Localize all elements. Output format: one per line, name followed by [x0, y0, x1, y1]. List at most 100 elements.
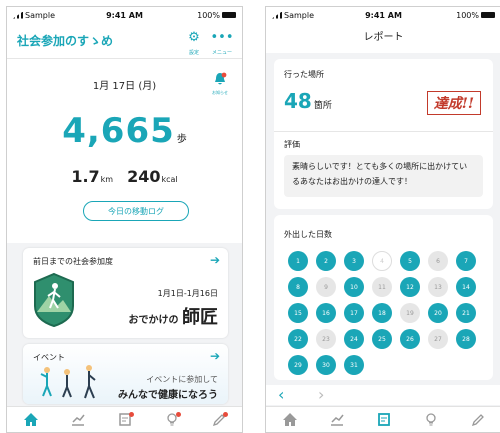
calendar-day[interactable]: 18	[372, 303, 392, 323]
bell-icon	[215, 72, 227, 85]
carrier: Sample	[272, 11, 314, 20]
card-title: 前日までの社会参加度	[33, 257, 113, 266]
calendar-day[interactable]: 10	[344, 277, 364, 297]
calendar-day[interactable]: 31	[344, 355, 364, 375]
distance-calories: 1.7km 240kcal	[7, 167, 242, 186]
social-participation-card[interactable]: 前日までの社会参加度 ➔ 1月1日-1月16日 おでかけの 師匠	[23, 248, 228, 338]
divider	[274, 131, 493, 132]
calendar-day[interactable]: 21	[456, 303, 476, 323]
calendar-day[interactable]: 14	[456, 277, 476, 297]
achievement-stamp: 達成!!	[426, 91, 481, 115]
page-title: レポート	[266, 23, 500, 53]
calendar-day[interactable]: 16	[316, 303, 336, 323]
calendar-day[interactable]: 4	[372, 251, 392, 271]
calendar-day[interactable]: 25	[372, 329, 392, 349]
tab-bar	[266, 406, 500, 432]
movement-log-button[interactable]: 今日の移動ログ	[83, 201, 189, 221]
battery-icon	[481, 12, 495, 18]
calendar-day[interactable]: 7	[456, 251, 476, 271]
tab-chart[interactable]	[63, 410, 93, 430]
status-bar: Sample 9:41 AM 100%	[266, 7, 500, 23]
hiker-badge-icon	[34, 272, 74, 328]
calendar-day[interactable]: 11	[372, 277, 392, 297]
calendar-day[interactable]: 29	[288, 355, 308, 375]
app-header: 社会参加のすゝめ ⚙ 設定 ••• メニュー	[7, 23, 242, 59]
home-icon	[282, 413, 297, 426]
calendar-day[interactable]: 27	[428, 329, 448, 349]
tab-edit[interactable]	[463, 410, 493, 430]
calendar-day[interactable]: 15	[288, 303, 308, 323]
calendar-day[interactable]: 5	[400, 251, 420, 271]
battery: 100%	[197, 11, 236, 20]
chart-icon	[330, 414, 344, 426]
places-count: 48 箇所	[284, 89, 332, 113]
calendar-day[interactable]: 2	[316, 251, 336, 271]
menu-button[interactable]: ••• メニュー	[210, 31, 234, 60]
distance-unit: km	[100, 175, 114, 184]
calendar-day[interactable]: 22	[288, 329, 308, 349]
steps-value: 4,665	[62, 111, 175, 151]
calendar-day[interactable]: 19	[400, 303, 420, 323]
signal-icon	[272, 11, 282, 19]
today-summary: 1月 17日 (月) お知らせ 4,665 歩 1.7km 240kcal 今日の移…	[7, 59, 242, 243]
settings-button[interactable]: ⚙ 設定	[182, 31, 206, 60]
evaluation-comment: 素晴らしいです！とても多くの場所に出かけているあなたはお出かけの達人です！	[284, 155, 483, 197]
pencil-icon	[471, 414, 484, 426]
calendar-day[interactable]: 20	[428, 303, 448, 323]
event-line-1: イベントに参加して	[146, 375, 218, 384]
app-title: 社会参加のすゝめ	[17, 34, 114, 48]
tab-chart[interactable]	[322, 410, 352, 430]
tab-bar	[7, 406, 242, 432]
calendar-day[interactable]: 9	[316, 277, 336, 297]
notification-dot	[222, 411, 228, 417]
carrier: Sample	[13, 11, 55, 20]
places-card: 行った場所 48 箇所 達成!! 評価 素晴らしいです！とても多くの場所に出かけて…	[274, 59, 493, 209]
notification-button[interactable]: お知らせ	[212, 71, 228, 96]
status-bar: Sample 9:41 AM 100%	[7, 7, 242, 23]
prev-month-button[interactable]: ‹	[278, 385, 284, 405]
tab-report[interactable]	[110, 410, 140, 430]
outing-days-card: 外出した日数 1 2 3 4 5 6 7 8 9 10 11 12 13 14 15 16 17 18 19 20 21…	[274, 215, 493, 380]
arrow-right-icon: ➔	[209, 253, 220, 267]
calendar-day[interactable]: 23	[316, 329, 336, 349]
calendar-day[interactable]: 17	[344, 303, 364, 323]
calendar-day[interactable]: 13	[428, 277, 448, 297]
calendar-day[interactable]: 24	[344, 329, 364, 349]
calendar-day[interactable]: 30	[316, 355, 336, 375]
notification-dot	[175, 411, 181, 417]
calendar-day[interactable]: 28	[456, 329, 476, 349]
tab-home[interactable]	[275, 410, 305, 430]
days-label: 外出した日数	[284, 230, 332, 239]
event-line-2: みんなで健康になろう	[118, 390, 218, 401]
more-icon: •••	[210, 30, 234, 45]
rank-title: 師匠	[182, 307, 218, 328]
event-card[interactable]: イベント ➔ イベントに参加して みんなで健康になろう	[23, 344, 228, 404]
next-month-button[interactable]: ›	[318, 385, 324, 405]
calendar-day[interactable]: 12	[400, 277, 420, 297]
calendar-day[interactable]: 6	[428, 251, 448, 271]
tab-home[interactable]	[16, 410, 46, 430]
lightbulb-icon	[425, 413, 436, 426]
calendar-day[interactable]: 26	[400, 329, 420, 349]
steps-unit: 歩	[176, 134, 187, 145]
walking-people-icon	[40, 365, 96, 399]
calendar-grid: 1 2 3 4 5 6 7 8 9 10 11 12 13 14 15 16 17 18 19 20 21 22 23 24 2…	[288, 251, 478, 375]
chart-icon	[71, 414, 85, 426]
tab-report[interactable]	[369, 410, 399, 430]
rank-label: おでかけの 師匠	[128, 307, 218, 328]
report-icon	[377, 413, 390, 426]
calendar-day[interactable]: 3	[344, 251, 364, 271]
home-screen: Sample 9:41 AM 100% 社会参加のすゝめ ⚙ 設定 ••• メニ…	[6, 6, 243, 433]
month-navigation: ‹ ›	[266, 385, 500, 405]
calendar-day[interactable]: 1	[288, 251, 308, 271]
period-label: 1月1日-1月16日	[157, 289, 218, 298]
calendar-day[interactable]: 8	[288, 277, 308, 297]
tab-tips[interactable]	[157, 410, 187, 430]
calories-unit: kcal	[161, 175, 178, 184]
tab-edit[interactable]	[204, 410, 234, 430]
date-label: 1月 17日 (月)	[92, 81, 157, 92]
tab-tips[interactable]	[416, 410, 446, 430]
gear-icon: ⚙	[188, 30, 200, 45]
places-label: 行った場所	[284, 70, 324, 79]
arrow-right-icon: ➔	[209, 349, 220, 363]
